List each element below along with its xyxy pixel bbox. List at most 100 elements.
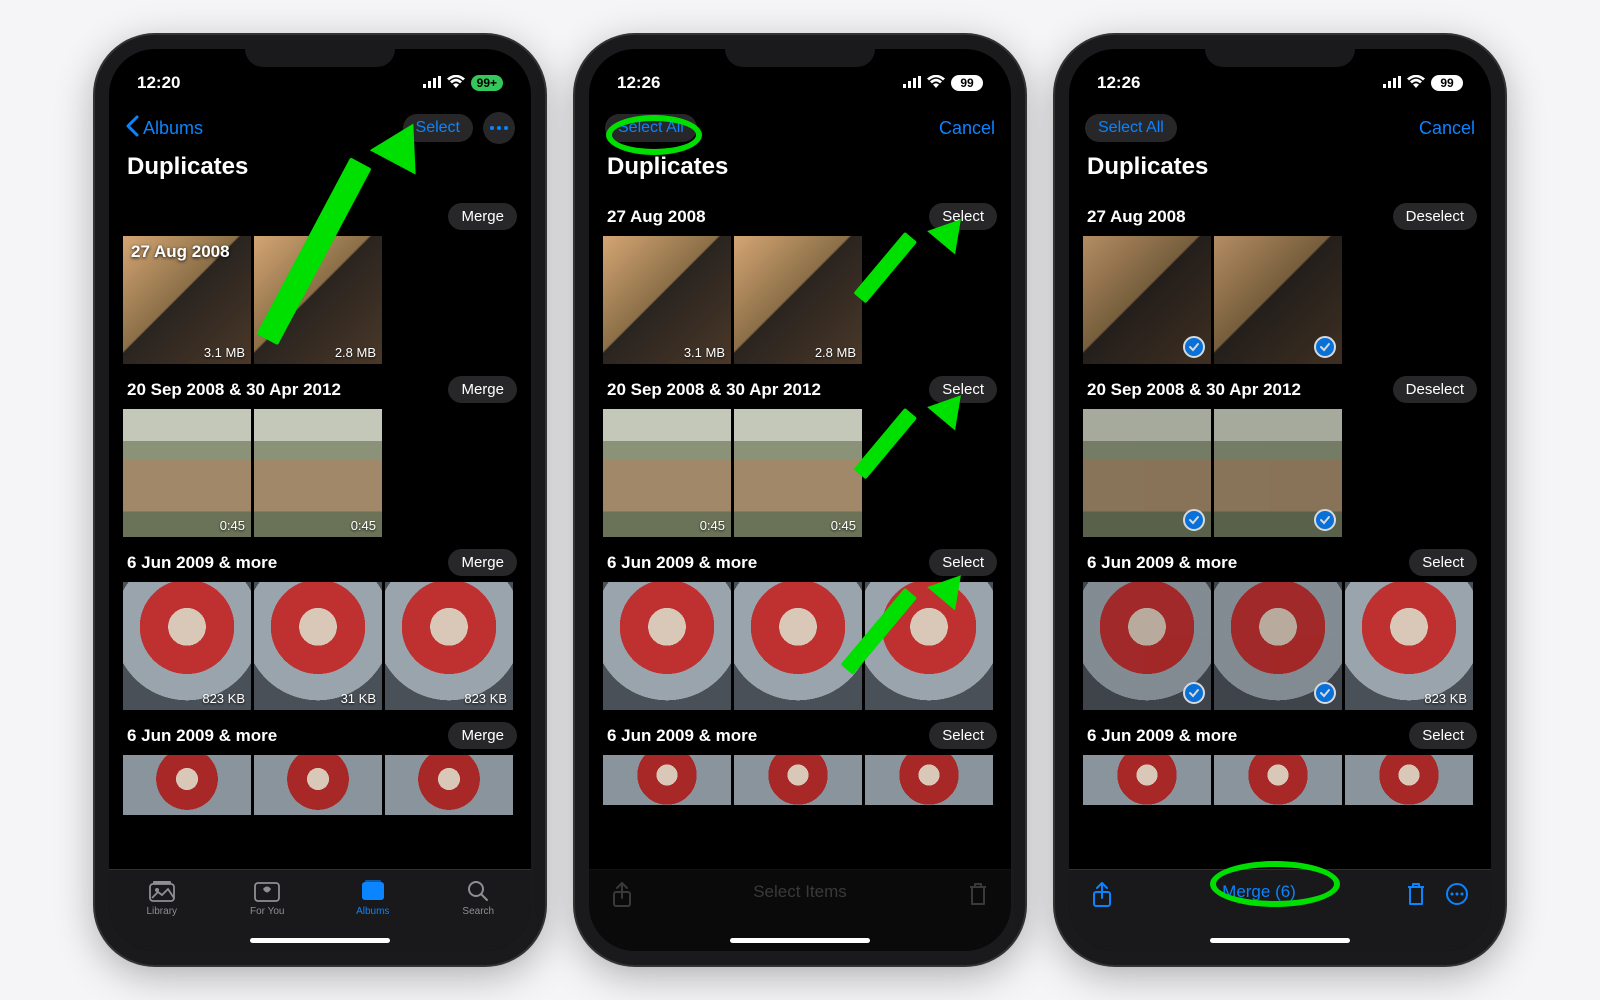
notch — [1205, 35, 1355, 67]
battery-indicator: 99 — [1431, 75, 1463, 91]
select-group-button[interactable]: Select — [929, 549, 997, 576]
tab-search[interactable]: Search — [438, 878, 518, 917]
file-size: 2.8 MB — [335, 345, 376, 360]
tab-label: For You — [250, 906, 284, 917]
photo-thumb[interactable]: 0:45 — [603, 409, 731, 537]
file-size: 823 KB — [1424, 691, 1467, 706]
foryou-icon — [253, 878, 281, 904]
select-group-button[interactable]: Select — [929, 203, 997, 230]
albums-icon — [359, 878, 387, 904]
deselect-group-button[interactable]: Deselect — [1393, 203, 1477, 230]
group-date: 6 Jun 2009 & more — [1087, 726, 1237, 746]
photo-thumb[interactable] — [865, 755, 993, 805]
tab-albums[interactable]: Albums — [333, 878, 413, 917]
photo-thumb[interactable]: 823 KB — [385, 582, 513, 710]
photo-thumb[interactable] — [385, 755, 513, 815]
merge-button[interactable]: Merge — [448, 376, 517, 403]
photo-thumb[interactable] — [865, 582, 993, 710]
photo-thumb[interactable]: 0:45 — [734, 409, 862, 537]
select-all-button[interactable]: Select All — [1085, 114, 1177, 142]
photo-thumb[interactable] — [1083, 409, 1211, 537]
home-indicator[interactable] — [730, 938, 870, 943]
photo-thumb[interactable] — [1345, 755, 1473, 805]
photo-thumb[interactable]: 3.1 MB — [603, 236, 731, 364]
wifi-icon — [1407, 73, 1425, 93]
duplicates-list[interactable]: 27 Aug 2008Deselect 20 Sep 2008 & 30 Apr… — [1069, 191, 1491, 869]
photo-thumb[interactable] — [1083, 582, 1211, 710]
photo-thumb[interactable]: 823 KB — [1345, 582, 1473, 710]
select-group-button[interactable]: Select — [929, 376, 997, 403]
group-date: 6 Jun 2009 & more — [127, 553, 277, 573]
wifi-icon — [927, 73, 945, 93]
check-icon — [1314, 509, 1336, 531]
share-button[interactable] — [1091, 882, 1113, 913]
tab-label: Search — [462, 906, 494, 917]
deselect-group-button[interactable]: Deselect — [1393, 376, 1477, 403]
merge-button[interactable]: Merge — [448, 549, 517, 576]
photo-thumb[interactable] — [1083, 236, 1211, 364]
select-all-button[interactable]: Select All — [605, 114, 697, 142]
search-icon — [464, 878, 492, 904]
duplicates-list[interactable]: Merge 27 Aug 2008 3.1 MB 2.8 MB 20 Sep 2… — [109, 191, 531, 869]
photo-thumb[interactable]: 0:45 — [254, 409, 382, 537]
group-date: 6 Jun 2009 & more — [1087, 553, 1237, 573]
photo-thumb[interactable]: 0:45 — [123, 409, 251, 537]
nav-bar: Select All Cancel — [1069, 103, 1491, 153]
file-size: 31 KB — [341, 691, 376, 706]
group-date: 6 Jun 2009 & more — [607, 553, 757, 573]
battery-indicator: 99+ — [471, 75, 503, 91]
photo-thumb[interactable]: 27 Aug 2008 3.1 MB — [123, 236, 251, 364]
photo-thumb[interactable]: 31 KB — [254, 582, 382, 710]
trash-button[interactable] — [1405, 882, 1427, 911]
photo-thumb[interactable] — [1214, 755, 1342, 805]
photo-thumb[interactable]: 823 KB — [123, 582, 251, 710]
photo-thumb[interactable] — [1214, 236, 1342, 364]
share-icon — [611, 882, 633, 913]
tab-library[interactable]: Library — [122, 878, 202, 917]
group-date: 6 Jun 2009 & more — [127, 726, 277, 746]
select-group-button[interactable]: Select — [929, 722, 997, 749]
duplicates-list[interactable]: 27 Aug 2008Select 3.1 MB 2.8 MB 20 Sep 2… — [589, 191, 1011, 869]
page-title: Duplicates — [1069, 153, 1491, 191]
more-button[interactable] — [483, 112, 515, 144]
home-indicator[interactable] — [250, 938, 390, 943]
select-group-button[interactable]: Select — [1409, 722, 1477, 749]
notch — [245, 35, 395, 67]
photo-thumb[interactable] — [254, 755, 382, 815]
photo-thumb[interactable]: 2.8 MB — [254, 236, 382, 364]
trash-icon — [967, 882, 989, 911]
signal-icon — [903, 73, 921, 93]
back-button[interactable]: Albums — [125, 115, 203, 142]
photo-thumb[interactable] — [603, 582, 731, 710]
duplicate-group: 6 Jun 2009 & more Merge 823 KB 31 KB 823… — [109, 537, 531, 710]
photo-thumb[interactable] — [734, 582, 862, 710]
photo-thumb[interactable] — [1214, 409, 1342, 537]
library-icon — [148, 878, 176, 904]
select-button[interactable]: Select — [403, 114, 473, 142]
photo-thumb[interactable] — [1083, 755, 1211, 805]
select-group-button[interactable]: Select — [1409, 549, 1477, 576]
duplicate-group: 6 Jun 2009 & more Select — [589, 537, 1011, 710]
cancel-button[interactable]: Cancel — [939, 118, 995, 139]
duplicate-group: 6 Jun 2009 & more Select — [1069, 710, 1491, 805]
home-indicator[interactable] — [1210, 938, 1350, 943]
chevron-left-icon — [125, 115, 139, 142]
page-title: Duplicates — [109, 153, 531, 191]
merge-count-button[interactable]: Merge (6) — [1222, 882, 1296, 902]
signal-icon — [423, 73, 441, 93]
photo-thumb[interactable]: 2.8 MB — [734, 236, 862, 364]
duplicate-group: Merge 27 Aug 2008 3.1 MB 2.8 MB — [109, 191, 531, 364]
status-time: 12:26 — [1097, 73, 1140, 93]
cancel-button[interactable]: Cancel — [1419, 118, 1475, 139]
merge-button[interactable]: Merge — [448, 722, 517, 749]
duplicate-group: 6 Jun 2009 & more Select 823 KB — [1069, 537, 1491, 710]
photo-thumb[interactable] — [123, 755, 251, 815]
merge-button[interactable]: Merge — [448, 203, 517, 230]
photo-thumb[interactable] — [603, 755, 731, 805]
tab-foryou[interactable]: For You — [227, 878, 307, 917]
photo-thumb[interactable] — [734, 755, 862, 805]
photo-thumb[interactable] — [1214, 582, 1342, 710]
more-button[interactable] — [1445, 882, 1469, 911]
duration: 0:45 — [831, 518, 856, 533]
file-size: 3.1 MB — [684, 345, 725, 360]
